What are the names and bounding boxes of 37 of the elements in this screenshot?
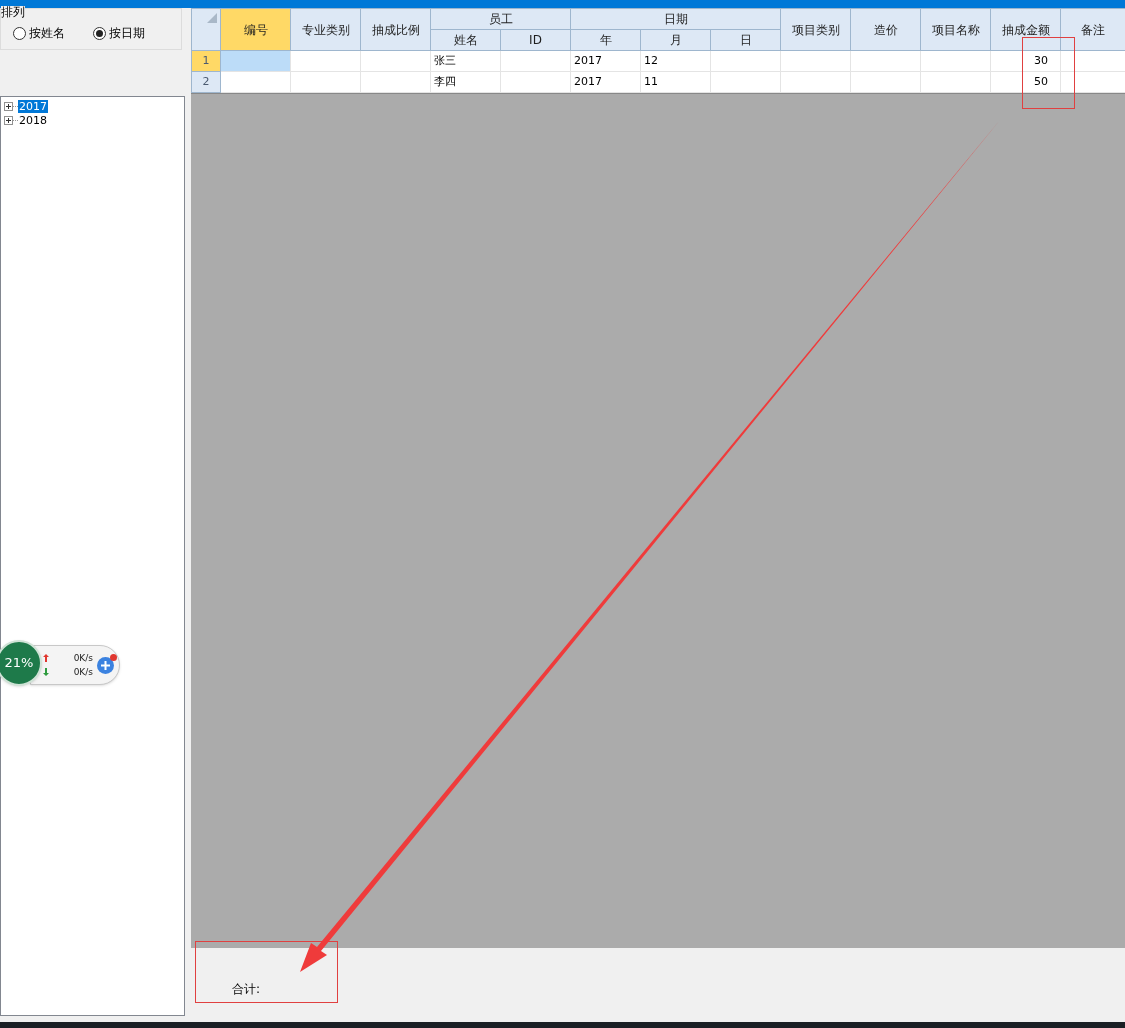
column-header[interactable]: 编号 [220,8,291,51]
upload-speed: 0K/s [73,652,93,665]
table-cell-text: 2017 [574,73,602,90]
download-speed: 0K/s [73,666,93,679]
expand-icon[interactable] [4,101,13,111]
expand-icon[interactable] [4,115,13,125]
highlight-frame [1022,37,1075,109]
group-title: 排列 [1,6,25,18]
tree-item[interactable]: 2017 [18,99,48,113]
plus-icon [101,660,110,670]
table-cell-text: 50 [1034,73,1048,90]
download-arrow-icon [43,668,49,676]
column-header[interactable]: 项目名称 [920,8,991,51]
plus-button[interactable] [97,656,114,674]
row-header[interactable]: 2 [191,71,221,93]
radio-option[interactable]: 按姓名 [13,24,65,42]
column-group-header: 日期 [570,8,781,30]
column-header[interactable]: 抽成比例 [360,8,431,51]
column-group-header: 员工 [430,8,571,30]
table-cell-text: 12 [644,52,658,69]
column-header[interactable]: 造价 [850,8,921,51]
column-header[interactable]: 项目类别 [780,8,851,51]
select-all-icon [207,13,217,23]
column-header[interactable]: 抽成金额 [990,8,1061,51]
table-cell-text: 张三 [434,52,456,69]
usage-percent: 21% [4,654,34,673]
radio-option[interactable]: 按日期 [93,24,145,42]
table-cell-text: 李四 [434,73,456,90]
table-cell-text: 2017 [574,52,602,69]
total-label: 合计: [232,982,261,996]
row-header[interactable]: 1 [191,50,221,72]
tree-item[interactable]: 2018 [18,113,48,127]
table-cell-text: 11 [644,73,658,90]
table-cell-text: 30 [1034,52,1048,69]
column-header[interactable]: 备注 [1060,8,1125,51]
upload-arrow-icon [43,654,49,662]
column-header[interactable]: 专业类别 [290,8,361,51]
